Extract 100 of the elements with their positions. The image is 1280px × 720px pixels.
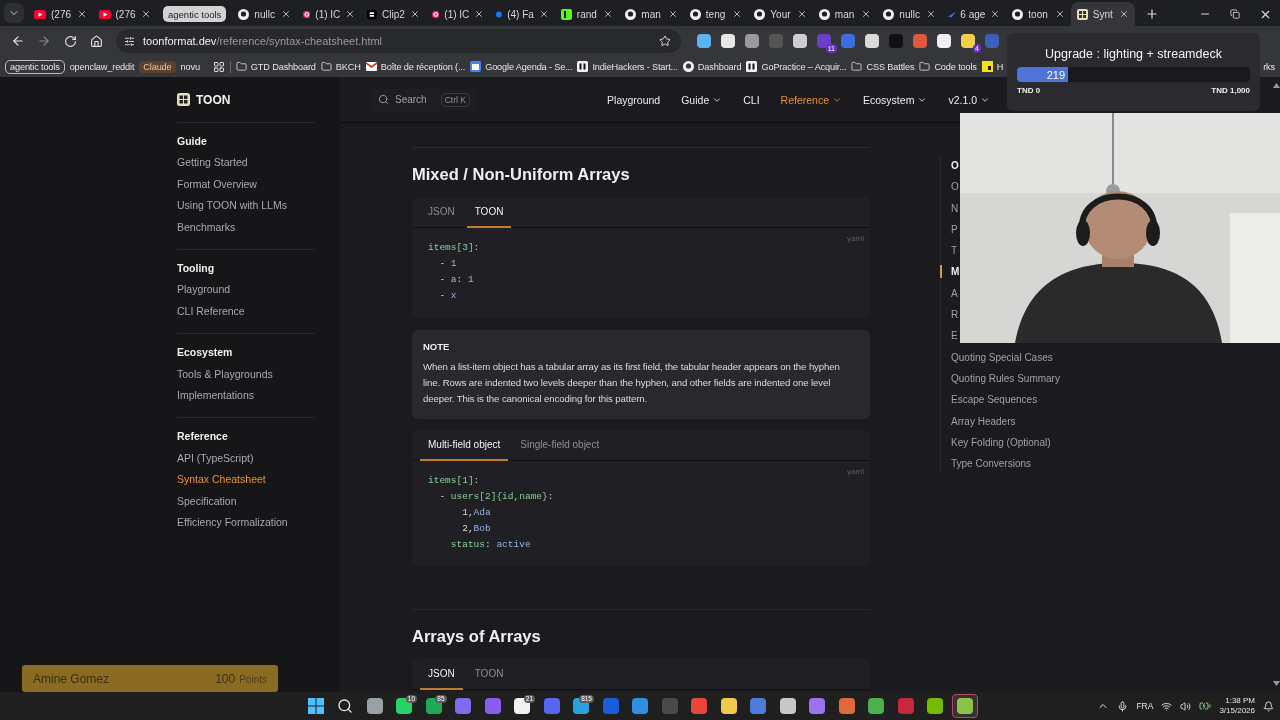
close-icon[interactable] xyxy=(861,9,872,19)
extension-icon[interactable] xyxy=(961,34,975,48)
sidebar-link[interactable]: API (TypeScript) xyxy=(177,447,315,470)
browser-tab[interactable]: Synt xyxy=(1070,2,1136,26)
bookmark[interactable]: novu xyxy=(180,61,200,72)
toc-link[interactable]: Quoting Rules Summary xyxy=(951,367,1060,390)
bookmark[interactable]: rks xyxy=(1263,61,1280,72)
toc-link[interactable]: O xyxy=(951,176,959,198)
sidebar-link[interactable]: Specification xyxy=(177,490,315,513)
sidebar-link[interactable]: Tools & Playgrounds xyxy=(177,363,315,386)
browser-tab[interactable]: toon xyxy=(1006,2,1071,26)
sidebar-link[interactable]: Benchmarks xyxy=(177,216,315,239)
scroll-up-icon[interactable] xyxy=(1272,83,1280,88)
taskbar-button[interactable] xyxy=(951,694,978,718)
extension-icon[interactable] xyxy=(721,34,735,48)
bookmark[interactable]: openclaw_reddit xyxy=(69,61,135,72)
close-icon[interactable] xyxy=(76,9,87,19)
browser-tab[interactable]: (276 xyxy=(28,2,93,26)
toc-link[interactable]: M xyxy=(951,261,960,283)
close-icon[interactable] xyxy=(603,9,614,19)
toc-link[interactable]: T xyxy=(951,240,958,262)
bookmark[interactable]: CSS Battles xyxy=(851,61,915,72)
nav-link[interactable]: Ecosystem xyxy=(863,93,928,106)
browser-tab[interactable]: man xyxy=(812,2,878,26)
code-tab[interactable]: Multi-field object xyxy=(420,430,509,461)
close-icon[interactable] xyxy=(474,9,485,19)
sidebar-link[interactable]: Syntax Cheatsheet xyxy=(177,469,315,491)
volume-icon[interactable] xyxy=(1180,700,1192,712)
bookmark[interactable]: GoPractice – Acquir... xyxy=(746,61,847,72)
apps-icon[interactable] xyxy=(212,60,225,73)
toc-link[interactable]: Type Conversions xyxy=(951,453,1032,475)
toc-link[interactable]: Quoting Special Cases xyxy=(951,346,1053,368)
nav-link[interactable]: Playground xyxy=(607,93,661,106)
bookmark[interactable]: IndieHackers - Start... xyxy=(577,61,678,72)
code-tab[interactable]: Single-field object xyxy=(512,430,608,461)
sidebar-link[interactable]: Efficiency Formalization xyxy=(177,512,315,534)
close-icon[interactable] xyxy=(538,9,549,19)
sidebar-link[interactable]: Getting Started xyxy=(177,152,315,174)
tab-list-button[interactable] xyxy=(4,3,24,23)
bookmark[interactable]: Boîte de réception (... xyxy=(365,61,466,72)
sidebar-link[interactable]: Playground xyxy=(177,279,315,301)
code-tab[interactable]: JSON xyxy=(420,197,463,228)
close-icon[interactable] xyxy=(990,9,1001,19)
close-icon[interactable] xyxy=(732,9,743,19)
extension-icon[interactable] xyxy=(865,34,879,48)
browser-tab[interactable]: teng xyxy=(683,2,749,26)
browser-tab[interactable]: (1) IC xyxy=(296,2,362,26)
bookmark[interactable]: Claude xyxy=(139,60,176,73)
clock[interactable]: 1:38 PM 3/15/2026 xyxy=(1219,696,1255,716)
extension-icon[interactable] xyxy=(793,34,807,48)
extension-icon[interactable] xyxy=(937,34,951,48)
nav-link[interactable]: CLI xyxy=(743,93,760,106)
sidebar-link[interactable]: Implementations xyxy=(177,385,315,407)
toc-link[interactable]: Key Folding (Optional) xyxy=(951,431,1051,454)
browser-tab[interactable]: Your xyxy=(748,2,813,26)
close-icon[interactable] xyxy=(796,9,807,19)
microphone-icon[interactable] xyxy=(1117,700,1129,712)
nav-link[interactable]: Reference xyxy=(780,93,843,106)
toc-link[interactable]: E xyxy=(951,325,958,347)
toc-link[interactable]: Escape Sequences xyxy=(951,389,1038,411)
address-field[interactable]: toonformat.dev/reference/syntax-cheatsheet.html xyxy=(116,29,681,53)
close-icon[interactable] xyxy=(1054,9,1065,19)
star-icon[interactable] xyxy=(659,35,671,47)
code-tab[interactable]: TOON xyxy=(466,197,512,228)
browser-tab[interactable]: (1) IC xyxy=(425,2,491,26)
toc-link[interactable]: R xyxy=(951,304,959,326)
bookmark[interactable]: GTD Dashboard xyxy=(235,61,316,72)
scroll-down-icon[interactable] xyxy=(1272,681,1280,686)
battery-icon[interactable] xyxy=(1199,700,1212,712)
bookmark[interactable]: Dashboard xyxy=(682,61,742,72)
close-icon[interactable] xyxy=(141,9,151,19)
toc-link[interactable]: A xyxy=(951,282,958,305)
close-icon[interactable] xyxy=(667,9,678,19)
bell-icon[interactable] xyxy=(1263,700,1274,712)
close-icon[interactable] xyxy=(925,9,936,19)
sidebar-link[interactable]: CLI Reference xyxy=(177,300,315,323)
extension-icon[interactable] xyxy=(697,34,711,48)
sliders-icon[interactable] xyxy=(124,35,135,47)
extension-icon[interactable] xyxy=(745,34,759,48)
nav-link[interactable]: Guide xyxy=(681,93,723,106)
tab-group-label[interactable]: agentic tools xyxy=(163,6,227,22)
language-indicator[interactable]: FRA xyxy=(1136,701,1154,711)
close-icon[interactable] xyxy=(345,9,356,19)
extension-icon[interactable] xyxy=(913,34,927,48)
wifi-icon[interactable] xyxy=(1161,700,1173,712)
browser-tab[interactable]: (276 xyxy=(92,2,157,26)
bookmark[interactable]: H xyxy=(981,61,1004,72)
toc-link[interactable]: P xyxy=(951,218,958,241)
close-icon[interactable] xyxy=(1119,9,1130,19)
nav-link[interactable]: v2.1.0 xyxy=(948,93,990,106)
bookmark[interactable]: agentic tools xyxy=(5,59,65,74)
browser-tab[interactable]: Clip2 xyxy=(361,2,426,26)
close-icon[interactable] xyxy=(409,9,420,19)
sidebar-link[interactable]: Format Overview xyxy=(177,173,315,196)
sidebar-link[interactable]: Using TOON with LLMs xyxy=(177,195,315,217)
browser-tab[interactable]: (4) Fa xyxy=(490,2,555,26)
close-icon[interactable] xyxy=(280,9,291,19)
browser-tab[interactable]: rand xyxy=(554,2,620,26)
bookmark[interactable]: Google Agenda - Se... xyxy=(470,61,573,72)
browser-tab[interactable]: man xyxy=(619,2,684,26)
